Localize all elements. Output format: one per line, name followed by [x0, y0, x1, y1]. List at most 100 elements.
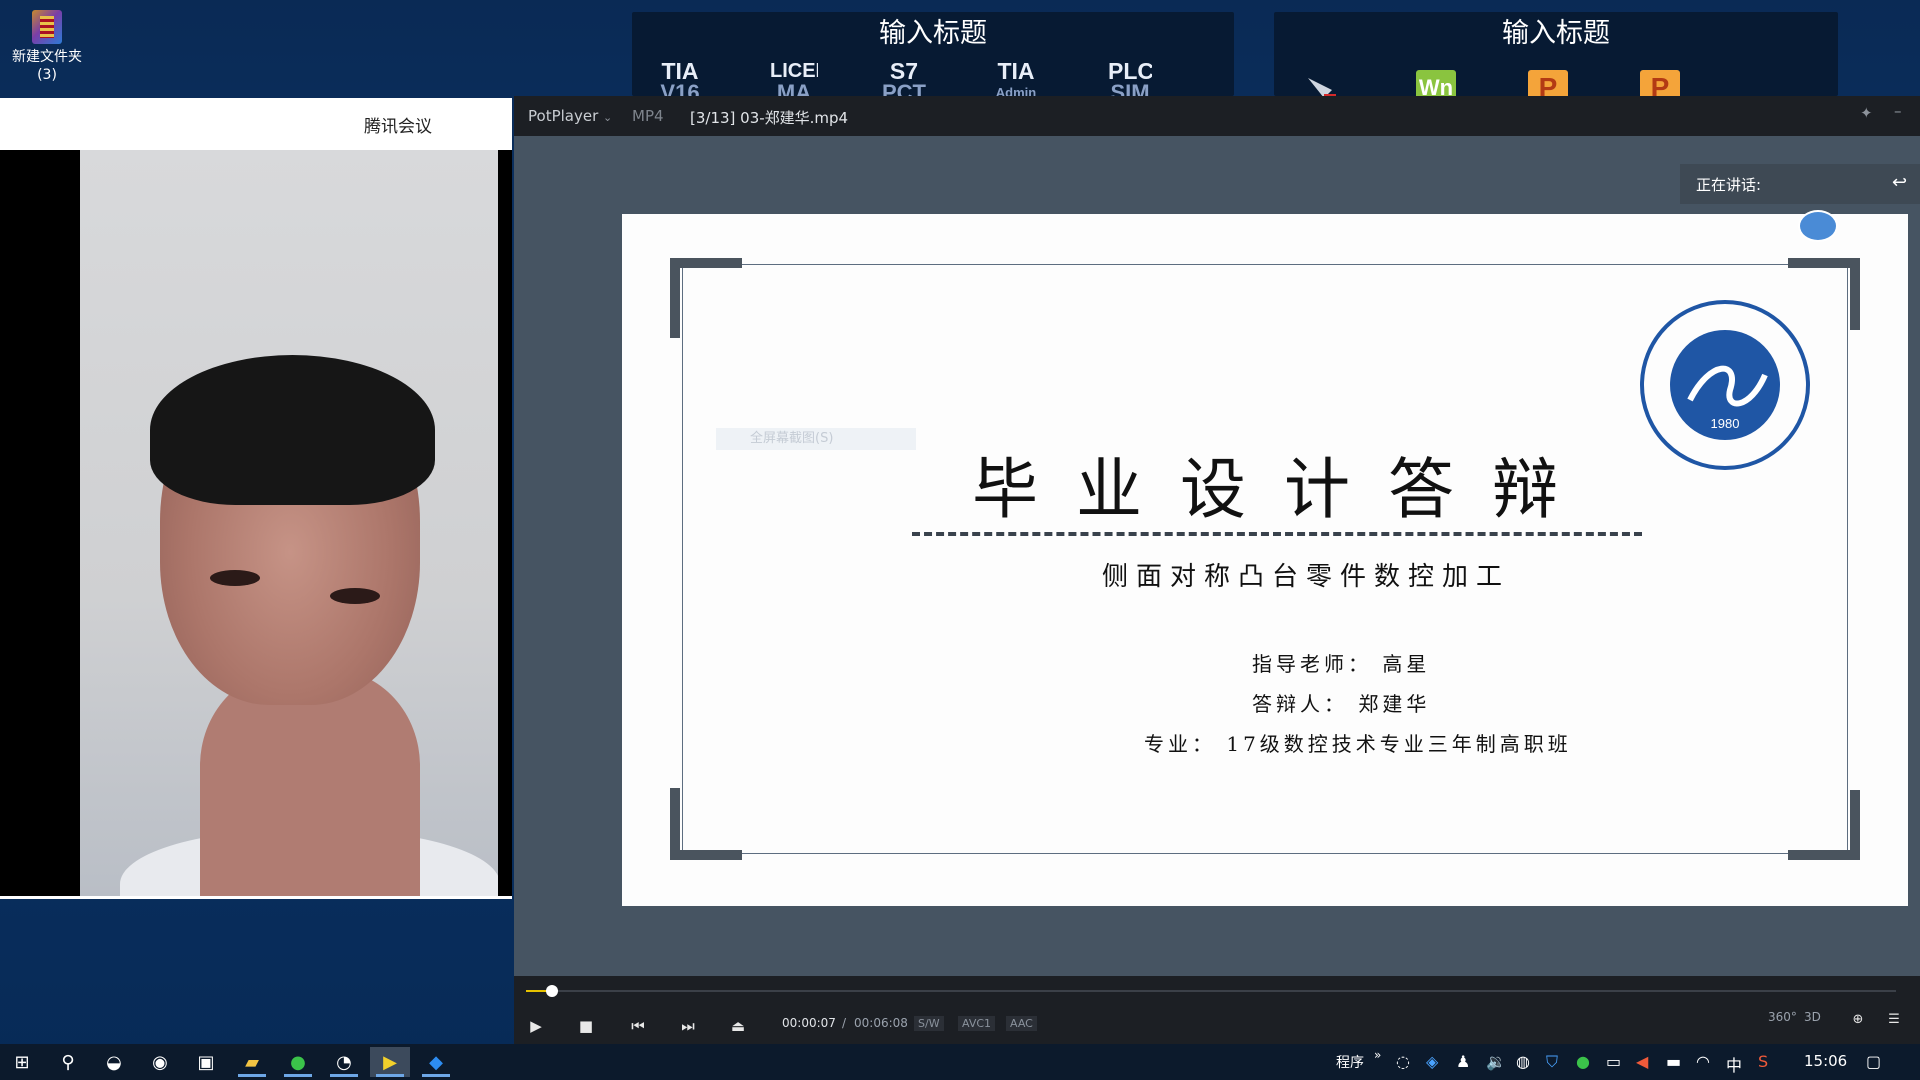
- title-divider: [912, 532, 1642, 536]
- 360-tag[interactable]: 360°: [1768, 1010, 1797, 1024]
- active-indicator: [284, 1074, 312, 1077]
- notification-icon[interactable]: ▢: [1866, 1052, 1881, 1071]
- app-name: PotPlayer: [528, 107, 599, 125]
- shortcut-label: TIA: [661, 60, 699, 84]
- respondent-line: 答辩人： 郑建华: [1252, 692, 1431, 716]
- shield-icon[interactable]: ⛉: [1546, 1052, 1558, 1072]
- app-icon[interactable]: ◒: [94, 1047, 134, 1077]
- major-line: 专业： 17级数控技术专业三年制高职班: [1144, 732, 1572, 756]
- chevron-right-icon[interactable]: »: [1374, 1048, 1381, 1062]
- chevron-down-icon: ⌄: [603, 111, 613, 124]
- frame-corner: [670, 258, 742, 268]
- tray-app-icon[interactable]: ◍: [1516, 1052, 1530, 1071]
- college-seal-logo: 1980: [1640, 300, 1810, 470]
- menu-icon[interactable]: ☰: [1880, 1006, 1908, 1034]
- participant-eye: [330, 588, 380, 604]
- speaker-icon[interactable]: ◀: [1636, 1052, 1648, 1071]
- wechat-tray-icon[interactable]: ●: [1576, 1052, 1590, 1071]
- tray-app-icon[interactable]: ◌: [1396, 1052, 1410, 1071]
- image-viewer-icon[interactable]: ▣: [186, 1047, 226, 1077]
- tencent-meeting-taskbar-icon[interactable]: ◆: [416, 1047, 456, 1077]
- avatar: [1798, 210, 1838, 242]
- advisor-line: 指导老师： 高星: [1252, 652, 1431, 676]
- launcher-panel-left: 输入标题 TIAV16 LICENMA S7PCT TIAAdmin PLCSI…: [632, 12, 1234, 104]
- tencent-meeting-titlebar[interactable]: 腾讯会议: [0, 98, 512, 150]
- audio-tag[interactable]: AAC: [1006, 1016, 1037, 1031]
- pin-icon[interactable]: ✦: [1860, 104, 1873, 122]
- desktop-folder-count: (3): [37, 67, 57, 83]
- winrar-folder-icon: [32, 10, 62, 44]
- codec-tag[interactable]: AVC1: [958, 1016, 996, 1031]
- time-separator: /: [842, 1016, 847, 1030]
- potplayer-taskbar-icon[interactable]: ▶: [370, 1047, 410, 1077]
- ime-indicator[interactable]: 中: [1726, 1052, 1742, 1076]
- tray-app-icon[interactable]: ◈: [1426, 1052, 1438, 1071]
- playback-controls: ▶ ■ ⏮ ⏭ ⏏ 00:00:07 / 00:06:08 S/W AVC1 A…: [514, 976, 1920, 1044]
- frame-corner: [1850, 258, 1860, 330]
- seek-knob[interactable]: [546, 985, 559, 997]
- potplayer-titlebar[interactable]: PotPlayer ⌄ MP4 [3/13] 03-郑建华.mp4 ✦ –: [514, 96, 1920, 136]
- potplayer-menu[interactable]: PotPlayer ⌄: [528, 107, 612, 125]
- frame-corner: [670, 850, 742, 860]
- 3d-tag[interactable]: 3D: [1804, 1010, 1821, 1024]
- battery-icon[interactable]: ▬: [1666, 1052, 1681, 1071]
- zoom-icon[interactable]: ⊕: [1844, 1006, 1872, 1034]
- active-indicator: [238, 1074, 266, 1077]
- launcher-panel-right: 输入标题 F Wn P P: [1274, 12, 1838, 106]
- eject-icon[interactable]: ⏏: [724, 1012, 752, 1040]
- screenshot-hint: 全屏幕截图(S): [716, 428, 916, 450]
- sw-tag[interactable]: S/W: [914, 1016, 944, 1031]
- search-icon[interactable]: ⚲: [48, 1047, 88, 1077]
- shortcut-label: S7: [889, 60, 919, 84]
- time-current: 00:00:07: [782, 1016, 836, 1030]
- slide: 全屏幕截图(S) 1980 毕业设计答辩 侧面对称凸台零件数控加工 指导老师： …: [622, 214, 1908, 906]
- windows-start-icon[interactable]: ⊞: [2, 1047, 42, 1077]
- tencent-meeting-title: 腾讯会议: [364, 117, 432, 137]
- format-label: MP4: [632, 107, 664, 125]
- participant-eye: [210, 570, 260, 586]
- sogou-icon[interactable]: S: [1758, 1052, 1768, 1071]
- file-title: [3/13] 03-郑建华.mp4: [690, 109, 849, 127]
- shortcut-label: PLC: [1108, 60, 1152, 84]
- speaking-label: 正在讲话:: [1696, 176, 1762, 194]
- launcher-title: 输入标题: [1502, 18, 1610, 49]
- play-icon[interactable]: ▶: [522, 1012, 550, 1040]
- launcher-title: 输入标题: [879, 18, 987, 49]
- wechat-icon[interactable]: ●: [278, 1047, 318, 1077]
- seek-bar[interactable]: [526, 985, 1896, 997]
- active-indicator: [422, 1074, 450, 1077]
- minimize-icon[interactable]: –: [1894, 102, 1902, 120]
- next-icon[interactable]: ⏭: [674, 1012, 702, 1040]
- app-icon[interactable]: ◉: [140, 1047, 180, 1077]
- participant-hair: [150, 355, 435, 505]
- return-icon[interactable]: ↩: [1892, 172, 1907, 193]
- frame-corner: [670, 258, 680, 338]
- clock[interactable]: 15:06: [1804, 1052, 1847, 1070]
- slide-title: 毕业设计答辩: [972, 451, 1596, 528]
- tray-label: 程序: [1336, 1055, 1364, 1071]
- stop-icon[interactable]: ■: [572, 1012, 600, 1040]
- frame-corner: [1788, 850, 1860, 860]
- shortcut-label: TIA: [997, 60, 1035, 84]
- active-indicator: [376, 1074, 404, 1077]
- desktop-folder[interactable]: 新建文件夹 (3): [4, 6, 90, 92]
- potplayer-window[interactable]: PotPlayer ⌄ MP4 [3/13] 03-郑建华.mp4 ✦ – 全屏…: [514, 96, 1920, 1044]
- desktop-folder-name: 新建文件夹: [12, 49, 82, 65]
- tray-app-icon[interactable]: ♟: [1456, 1052, 1470, 1071]
- active-indicator: [330, 1074, 358, 1077]
- volume-icon[interactable]: 🔉: [1486, 1052, 1506, 1071]
- wifi-icon[interactable]: ◠: [1696, 1052, 1710, 1071]
- divider: [0, 896, 512, 899]
- shortcut-label: LICEN: [770, 60, 818, 82]
- time-total: 00:06:08: [854, 1016, 908, 1030]
- monitor-icon[interactable]: ▭: [1606, 1052, 1621, 1071]
- previous-icon[interactable]: ⏮: [624, 1012, 652, 1040]
- slide-subtitle: 侧面对称凸台零件数控加工: [1102, 562, 1511, 592]
- participant-video[interactable]: [0, 150, 512, 897]
- app-icon[interactable]: ◔: [324, 1047, 364, 1077]
- taskbar: ⊞ ⚲ ◒ ◉ ▣ ▰ ● ◔ ▶ ◆ 程序 » ◌ ◈ ♟ 🔉 ◍ ⛉ ● ▭…: [0, 1044, 1920, 1080]
- video-area[interactable]: 全屏幕截图(S) 1980 毕业设计答辩 侧面对称凸台零件数控加工 指导老师： …: [514, 136, 1920, 976]
- video-frame: [80, 150, 498, 897]
- speaking-indicator: 正在讲话: ↩: [1680, 164, 1920, 204]
- file-explorer-icon[interactable]: ▰: [232, 1047, 272, 1077]
